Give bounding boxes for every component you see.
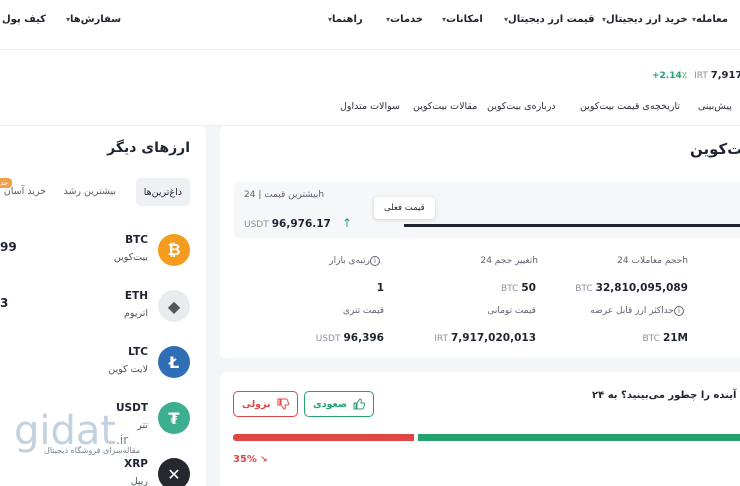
- coin-symbol: BTC: [125, 234, 148, 246]
- stat-value-tether-price: USDT 96,396: [315, 332, 384, 344]
- watermark-tld: .ir: [116, 433, 129, 447]
- price-range-card: بیشترین قیمت | 24h USDT 96,976.17 ↑ قیمت …: [234, 182, 740, 238]
- stat-label-market-rank: رتبه‌ی بازار i: [329, 256, 384, 266]
- ltc-icon: Ł: [158, 346, 190, 378]
- stat-value-toman-price: IRT 7,917,020,013: [434, 332, 536, 344]
- nav-item-crypto-prices[interactable]: ▾قیمت ارز دیجیتال: [498, 14, 595, 25]
- nav-item-services[interactable]: ▾خدمات: [380, 14, 423, 25]
- arrow-up-icon: ↑: [341, 216, 353, 230]
- sentiment-bar-bull: [417, 434, 740, 441]
- sentiment-bar-bear: [233, 434, 414, 441]
- info-icon[interactable]: i: [674, 306, 684, 316]
- stat-value-max-supply: BTC 21M: [642, 332, 689, 344]
- watermark-tagline: مقاله‌سرای فروشگاه دیجیتال: [44, 446, 141, 455]
- stat-label-toman-price: قیمت تومانی: [487, 306, 536, 316]
- ticker-unit: IRT: [694, 71, 708, 81]
- nav-item-buy-crypto[interactable]: ▾خرید ارز دیجیتال: [596, 14, 688, 25]
- watermark: gidat.ir مقاله‌سرای فروشگاه دیجیتال: [14, 408, 140, 455]
- coin-symbol: ETH: [124, 290, 148, 302]
- coin-row[interactable]: Ł LTC لایت کوین: [0, 342, 206, 392]
- coin-name: بیت‌کوین: [113, 252, 148, 263]
- eth-icon: ◆: [158, 290, 190, 322]
- bearish-percent: 35% ↘: [233, 454, 268, 465]
- tab-easy-buy[interactable]: خرید آسان: [4, 186, 46, 197]
- tab-about-bitcoin[interactable]: درباره‌ی بیت‌کوین: [487, 101, 556, 112]
- tab-prediction[interactable]: پیش‌بینی: [698, 101, 732, 112]
- coin-name: ریپل: [130, 476, 148, 486]
- nav-item-trade[interactable]: ▾معامله: [686, 14, 728, 25]
- stat-value-market-rank: 1: [376, 282, 384, 294]
- coin-price: 3: [0, 296, 9, 310]
- coin-symbol: XRP: [124, 458, 148, 470]
- high-price: USDT 96,976.17 ↑: [244, 216, 353, 230]
- ticker-bar: [0, 50, 740, 126]
- top-navigation: ▾معامله ▾خرید ارز دیجیتال ▾قیمت ارز دیجی…: [0, 0, 740, 50]
- coin-info-panel: بیت‌کوین بیشترین قیمت | 24h USDT96,976.1…: [220, 126, 740, 358]
- tab-price-history[interactable]: تاریخچه‌ی قیمت بیت‌کوین: [580, 101, 680, 112]
- usdt-icon: ₮: [158, 402, 190, 434]
- tab-hottest[interactable]: داغ‌ترین‌ها: [135, 178, 190, 206]
- info-icon[interactable]: i: [370, 256, 380, 266]
- stat-value-volume: BTC 32,810,095,089: [575, 282, 688, 294]
- stat-value-volume-change: BTC 50: [500, 282, 536, 294]
- btc-icon: ₿: [158, 234, 190, 266]
- xrp-icon: ✕: [158, 458, 190, 486]
- nav-item-guide[interactable]: ▾راهنما: [322, 14, 363, 25]
- coin-name: لایت کوین: [108, 364, 148, 375]
- sentiment-bar: [233, 434, 740, 441]
- stat-label-volume-change: تغییر حجم 24h: [480, 256, 538, 266]
- tab-bitcoin-articles[interactable]: مقالات بیت‌کوین: [413, 101, 477, 112]
- stat-label-max-supply: حداکثر ارز قابل عرضه i: [590, 306, 688, 316]
- sentiment-question: ۲۴ ساعت آینده را چطور می‌بینید؟ به: [592, 390, 740, 401]
- trend-down-icon: ↘: [259, 455, 268, 465]
- coin-price: 99: [0, 240, 17, 254]
- price-ticker: +2.14٪ IRT 7,917,020: [652, 70, 740, 81]
- tab-faq[interactable]: سوالات متداول: [340, 101, 400, 112]
- price-range-bar: [404, 224, 740, 227]
- bearish-button[interactable]: نزولی: [233, 391, 298, 417]
- stat-label-volume: حجم معاملات 24h: [617, 256, 688, 266]
- nav-item-wallet[interactable]: کیف پول: [2, 14, 46, 25]
- thumbs-down-icon: [277, 398, 289, 410]
- tab-top-gainers[interactable]: بیشترین رشد: [63, 186, 116, 197]
- coin-name: اتریوم: [124, 308, 148, 319]
- ticker-change: +2.14٪: [652, 71, 688, 81]
- coin-row[interactable]: ₿ BTC بیت‌کوین 99: [0, 230, 206, 280]
- current-price-tooltip: قیمت فعلی: [374, 197, 435, 219]
- coin-symbol: LTC: [128, 346, 148, 358]
- sentiment-panel: ۲۴ ساعت آینده را چطور می‌بینید؟ به صعودی…: [220, 372, 740, 486]
- stat-label-tether-price: قیمت تتری: [342, 306, 384, 316]
- coin-row[interactable]: ◆ ETH اتریوم 3: [0, 286, 206, 336]
- new-badge: جدید: [0, 178, 12, 188]
- coin-row[interactable]: ✕ XRP ریپل: [0, 454, 206, 486]
- page-title: بیت‌کوین: [690, 140, 740, 158]
- bullish-button[interactable]: صعودی: [304, 391, 375, 417]
- nav-item-orders[interactable]: ▾سفارش‌ها: [60, 14, 121, 25]
- high-price-label: بیشترین قیمت | 24h: [244, 190, 325, 200]
- thumbs-up-icon: [353, 398, 366, 410]
- nav-item-features[interactable]: ▾امکانات: [436, 14, 483, 25]
- ticker-price: 7,917,020: [710, 70, 740, 81]
- other-coins-title: ارزهای دیگر: [107, 140, 190, 156]
